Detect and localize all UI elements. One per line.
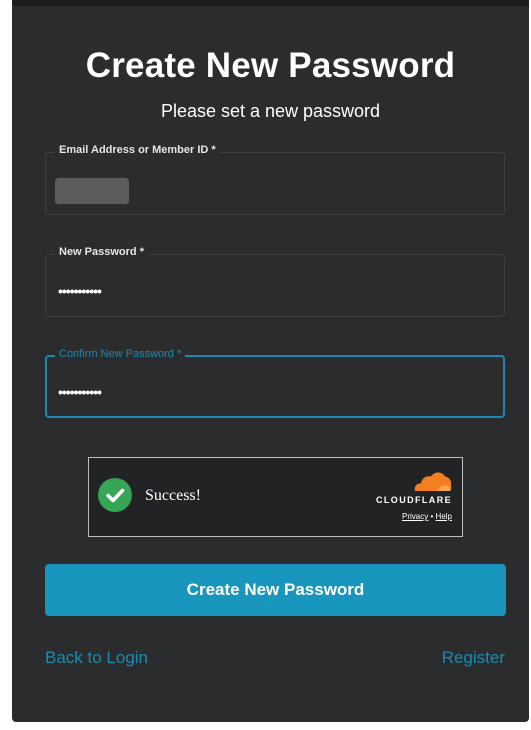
page-title: Create New Password xyxy=(85,46,456,85)
privacy-link[interactable]: Privacy xyxy=(402,512,428,521)
cloudflare-captcha-widget: Success! CLOUDFLARE Privacy • Help xyxy=(88,457,463,537)
checkmark-icon xyxy=(98,478,132,512)
new-password-field[interactable]: New Password * ••••••••••• xyxy=(45,246,505,317)
cloudflare-brand-text: CLOUDFLARE xyxy=(376,495,452,505)
captcha-links: Privacy • Help xyxy=(402,512,452,521)
register-link[interactable]: Register xyxy=(442,648,505,668)
back-to-login-link[interactable]: Back to Login xyxy=(45,648,148,668)
new-password-label: New Password * xyxy=(55,246,148,258)
new-password-value: ••••••••••• xyxy=(58,283,102,299)
captcha-status: Success! xyxy=(145,487,201,504)
email-field[interactable]: Email Address or Member ID * xyxy=(45,144,505,215)
help-link[interactable]: Help xyxy=(436,512,452,521)
confirm-password-label: Confirm New Password * xyxy=(55,348,186,360)
confirm-password-field[interactable]: Confirm New Password * ••••••••••• xyxy=(45,348,505,418)
password-reset-card: Create New Password Please set a new pas… xyxy=(12,0,529,722)
create-password-button[interactable]: Create New Password xyxy=(45,564,506,616)
confirm-password-value: ••••••••••• xyxy=(58,384,102,400)
redacted-email-value xyxy=(55,178,129,204)
link-separator: • xyxy=(430,512,434,521)
page-subtitle: Please set a new password xyxy=(160,101,381,121)
cloudflare-logo-icon xyxy=(414,472,452,491)
email-field-label: Email Address or Member ID * xyxy=(55,144,220,156)
